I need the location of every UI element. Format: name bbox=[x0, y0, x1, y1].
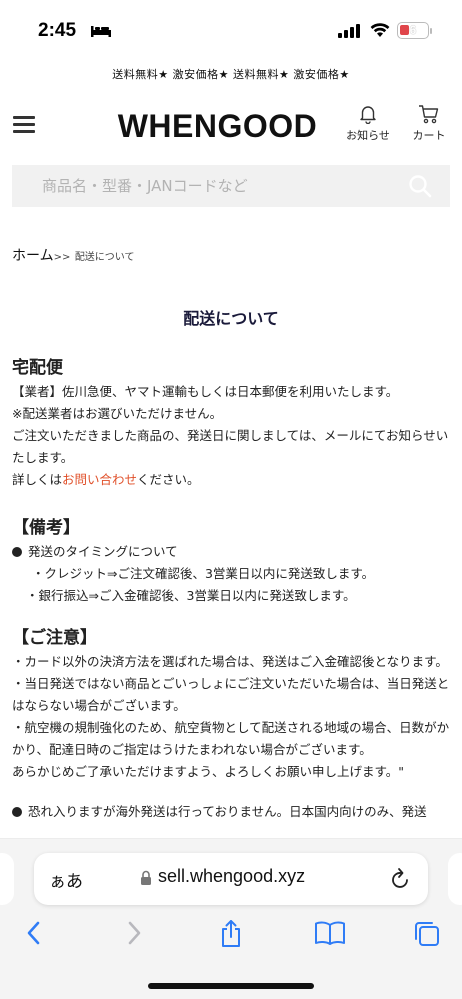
contact-link[interactable]: お問い合わせ bbox=[62, 472, 137, 487]
reload-icon[interactable] bbox=[390, 866, 412, 890]
caution-payment-text: ・カード以外の決済方法を選ばれた場合は、発送はご入金確認後となります。 bbox=[12, 654, 448, 669]
delivery-note-text: ※配送業者はお選びいただけません。 bbox=[12, 406, 223, 421]
bullet-icon bbox=[12, 807, 22, 817]
menu-icon[interactable] bbox=[13, 116, 35, 133]
breadcrumb: ホーム>> 配送について bbox=[12, 245, 135, 265]
bell-icon bbox=[360, 106, 376, 124]
lock-icon bbox=[141, 870, 151, 885]
promo-banner: 送料無料★ 激安価格★ 送料無料★ 激安価格★ bbox=[112, 68, 350, 81]
delivery-carrier-text: 【業者】佐川急便、ヤマト運輸もしくは日本郵便を利用いたします。 bbox=[12, 384, 399, 399]
remarks-bank-text: ・銀行振込⇒ご入金確認後、3営業日以内に発送致します。 bbox=[26, 588, 356, 603]
site-header: WHENGOOD お知らせ カート bbox=[0, 98, 462, 156]
search-icon[interactable] bbox=[408, 174, 432, 198]
delivery-contact-text: 詳しくはお問い合わせください。 bbox=[12, 472, 200, 487]
notice-label: お知らせ bbox=[346, 129, 390, 142]
page-settings-button[interactable]: ぁあ bbox=[49, 867, 83, 892]
bookmarks-icon[interactable] bbox=[314, 919, 346, 947]
breadcrumb-separator: >> bbox=[53, 252, 71, 263]
status-bar: 2:45 6 bbox=[0, 0, 462, 58]
breadcrumb-home[interactable]: ホーム bbox=[12, 248, 54, 264]
cart-label: カート bbox=[412, 129, 446, 142]
wifi-icon bbox=[370, 23, 390, 37]
breadcrumb-current: 配送について bbox=[74, 252, 135, 263]
battery-icon: 6 bbox=[397, 22, 429, 39]
status-time: 2:45 bbox=[38, 20, 77, 41]
overseas-bullet: 恐れ入りますが海外発送は行っておりません。日本国内向けのみ、発送 bbox=[12, 801, 454, 823]
caution-air-text: ・航空機の規制強化のため、航空貨物として配送される地域の場合、日数がかかり、配達… bbox=[12, 720, 450, 757]
page-title: 配送について bbox=[183, 309, 279, 328]
caution-section-title: 【ご注意】 bbox=[12, 628, 97, 648]
search-input[interactable] bbox=[12, 165, 402, 207]
url-text[interactable]: sell.whengood.xyz bbox=[158, 866, 305, 887]
site-logo[interactable]: WHENGOOD bbox=[110, 108, 325, 145]
cellular-signal-icon bbox=[338, 24, 360, 38]
battery-level: 6 bbox=[409, 23, 417, 37]
next-tab-preview[interactable] bbox=[448, 853, 462, 905]
home-indicator[interactable] bbox=[148, 983, 314, 989]
previous-tab-preview[interactable] bbox=[0, 853, 14, 905]
tabs-icon[interactable] bbox=[412, 919, 442, 949]
bullet-icon bbox=[12, 547, 22, 557]
delivery-ship-date-text: ご注文いただきました商品の、発送日に関しましては、メールにてお知らせいたします。 bbox=[12, 428, 449, 465]
notice-button[interactable]: お知らせ bbox=[343, 104, 393, 143]
delivery-section-title: 宅配便 bbox=[12, 358, 63, 378]
page-content: 宅配便 【業者】佐川急便、ヤマト運輸もしくは日本郵便を利用いたします。 ※配送業… bbox=[12, 355, 454, 823]
browser-toolbar: ぁあ sell.whengood.xyz bbox=[0, 838, 462, 999]
caution-closing-text: あらかじめご了承いただけますよう、よろしくお願い申し上げます。" bbox=[12, 764, 405, 779]
cart-icon bbox=[419, 105, 439, 124]
forward-icon[interactable] bbox=[124, 919, 144, 947]
back-icon[interactable] bbox=[24, 919, 44, 947]
share-icon[interactable] bbox=[218, 919, 244, 949]
remarks-section-title: 【備考】 bbox=[12, 518, 80, 538]
remarks-bullet: 発送のタイミングについて bbox=[12, 541, 454, 563]
remarks-credit-text: ・クレジット⇒ご注文確認後、3営業日以内に発送致します。 bbox=[32, 566, 375, 581]
cart-button[interactable]: カート bbox=[404, 104, 454, 143]
search-bar bbox=[12, 165, 450, 207]
address-bar[interactable]: ぁあ sell.whengood.xyz bbox=[34, 853, 428, 905]
sleep-mode-icon bbox=[91, 26, 111, 37]
caution-sameday-text: ・当日発送ではない商品とごいっしょにご注文いただいた場合は、当日発送とはならない… bbox=[12, 676, 450, 713]
